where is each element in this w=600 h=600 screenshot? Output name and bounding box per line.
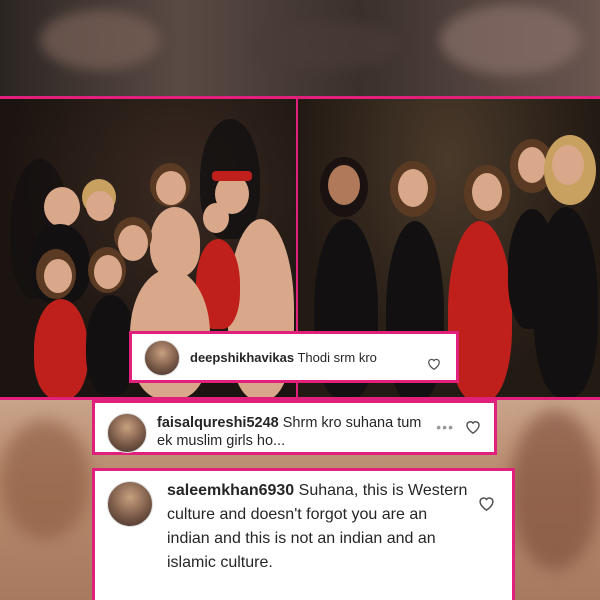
comment-username[interactable]: saleemkhan6930: [167, 482, 294, 499]
comment-body: deepshikhavikas Thodi srm kro: [190, 350, 416, 366]
heart-icon[interactable]: [424, 353, 444, 373]
comment-body: saleemkhan6930 Suhana, this is Western c…: [167, 479, 468, 575]
comment-text: Thodi srm kro: [297, 349, 377, 365]
heart-icon[interactable]: [474, 491, 498, 515]
user-avatar[interactable]: [144, 340, 180, 376]
comment-username[interactable]: faisalqureshi5248: [157, 415, 279, 431]
comment-card: deepshikhavikas Thodi srm kro: [129, 331, 459, 383]
comment-card: faisalqureshi5248 Shrm kro suhana tum ek…: [92, 400, 497, 455]
ellipsis-icon[interactable]: •••: [436, 419, 454, 435]
comment-username[interactable]: deepshikhavikas: [190, 350, 294, 365]
comment-card: saleemkhan6930 Suhana, this is Western c…: [92, 468, 515, 600]
user-avatar[interactable]: [107, 413, 147, 453]
user-avatar[interactable]: [107, 481, 153, 527]
comment-body: faisalqureshi5248 Shrm kro suhana tum ek…: [157, 411, 430, 450]
heart-icon[interactable]: [462, 415, 484, 437]
blurred-background-top: [0, 0, 600, 96]
